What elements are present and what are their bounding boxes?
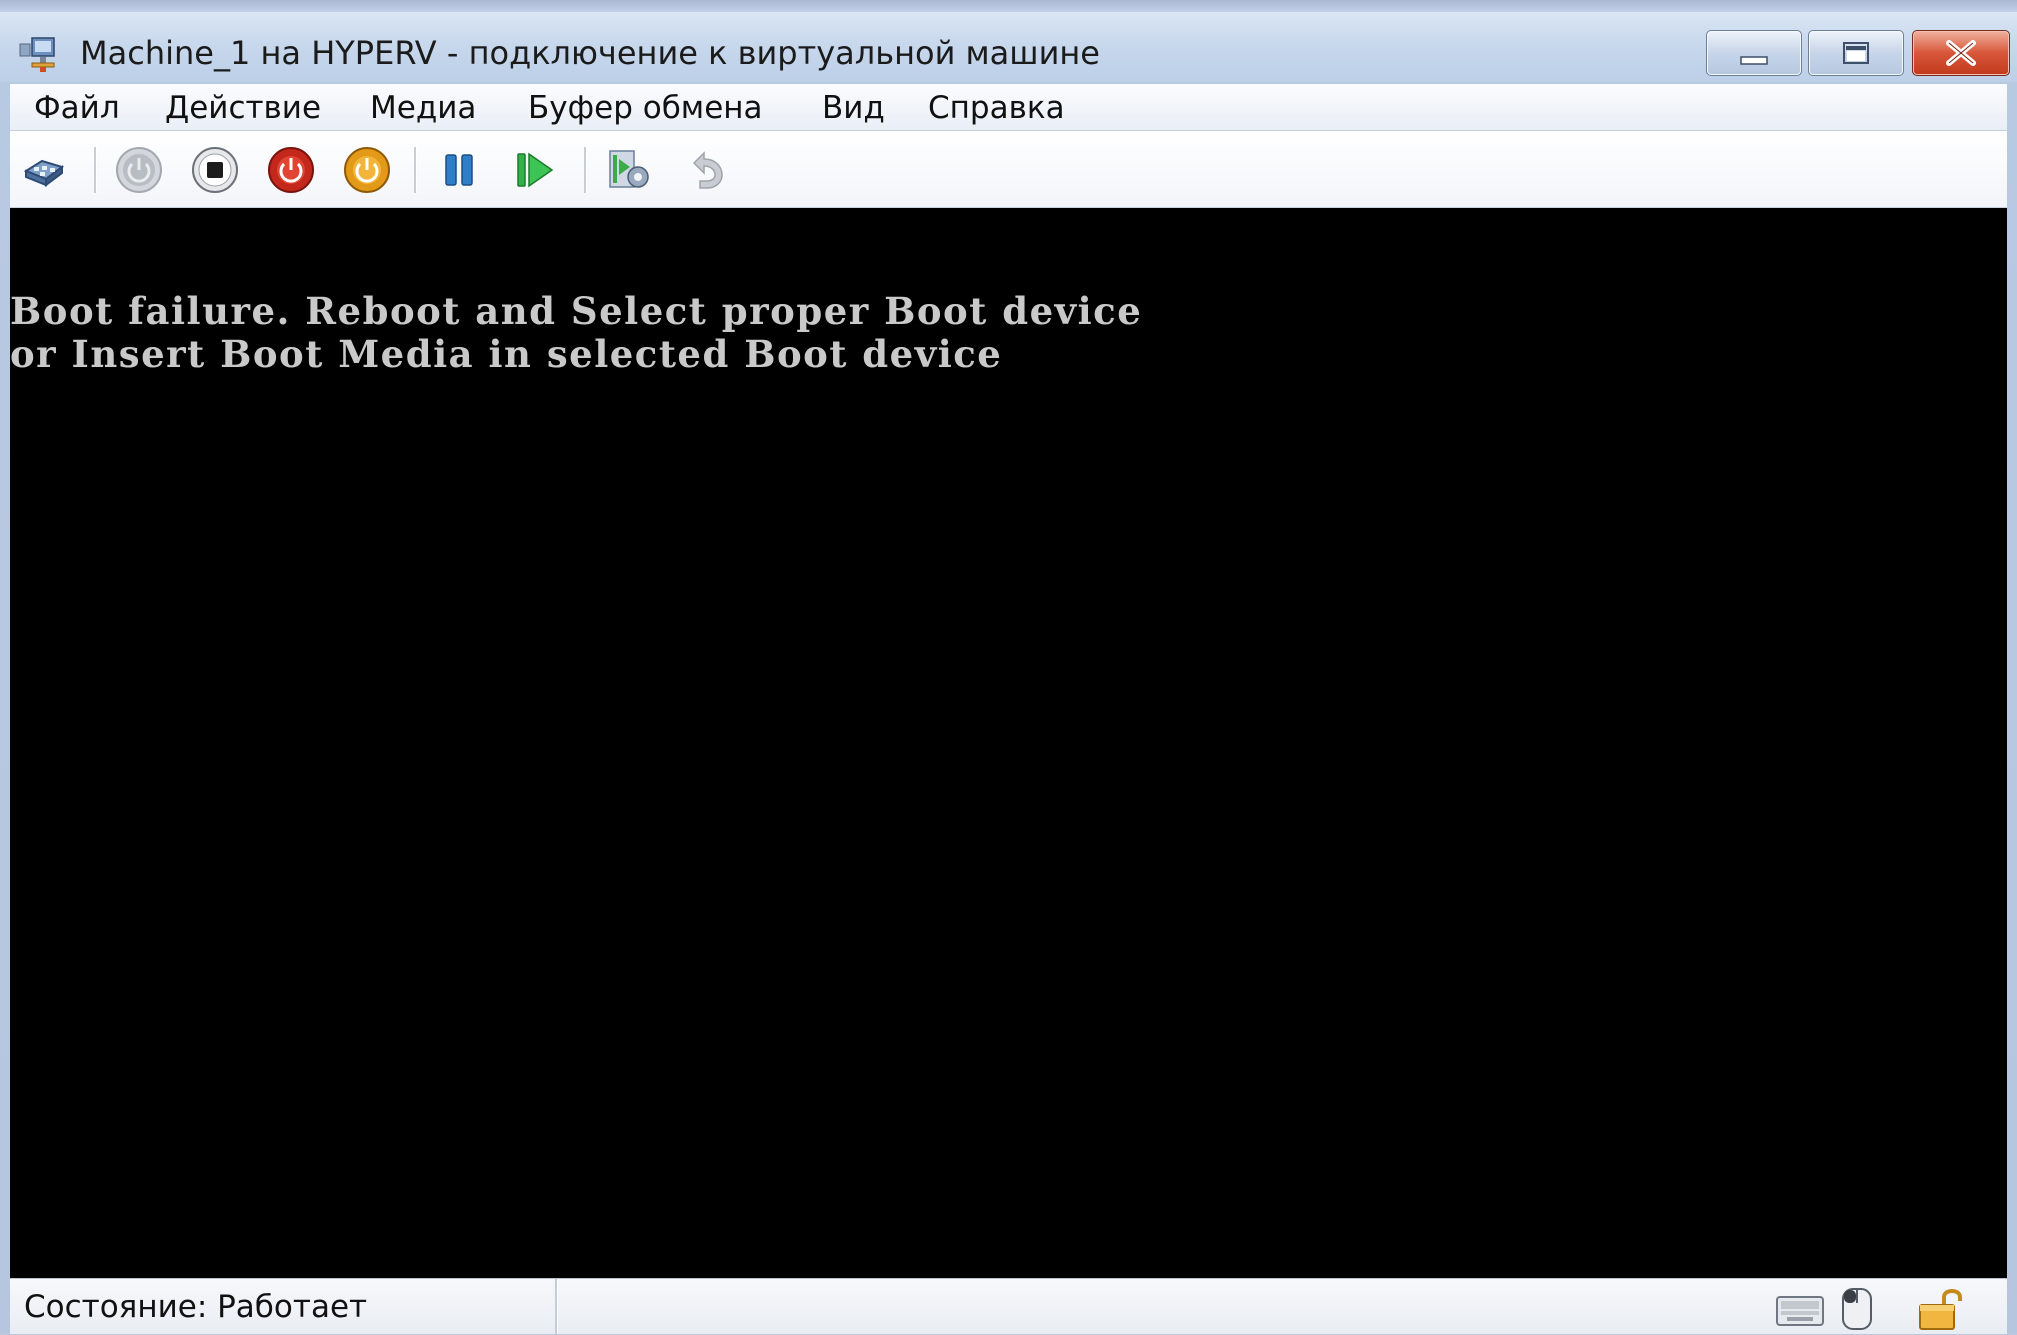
revert-button[interactable]: [680, 145, 730, 195]
keyboard-icon: [1776, 1296, 1824, 1326]
toolbar-separator: [94, 147, 97, 193]
menu-clipboard[interactable]: Буфер обмена: [528, 90, 763, 126]
menu-action[interactable]: Действие: [165, 90, 321, 126]
lock-indicator: [1914, 1285, 1974, 1331]
resume-button[interactable]: [510, 145, 560, 195]
keyboard-indicator: [1775, 1285, 1825, 1331]
maximize-icon: [1843, 42, 1869, 64]
close-icon: [1946, 40, 1976, 66]
vm-connection-app-icon: [18, 34, 62, 74]
mouse-indicator: [1834, 1285, 1884, 1331]
menu-help[interactable]: Справка: [928, 90, 1065, 126]
toolbar: [10, 131, 2007, 208]
pause-icon: [445, 154, 473, 186]
window-title: Machine_1 на HYPERV - подключение к вирт…: [80, 34, 1100, 72]
menu-bar: Файл Действие Медиа Буфер обмена Вид Спр…: [10, 84, 2007, 131]
vm-connection-window: Machine_1 на HYPERV - подключение к вирт…: [0, 0, 2017, 1334]
toolbar-separator: [584, 147, 587, 193]
turn-off-button[interactable]: [190, 145, 240, 195]
status-separator: [555, 1279, 558, 1334]
status-text: Состояние: Работает: [24, 1289, 368, 1325]
menu-file[interactable]: Файл: [34, 90, 120, 126]
start-button[interactable]: [114, 145, 164, 195]
minimize-button[interactable]: [1706, 30, 1802, 76]
snapshot-button[interactable]: [604, 145, 654, 195]
pause-button[interactable]: [434, 145, 484, 195]
status-bar: Состояние: Работает: [10, 1278, 2007, 1334]
shut-down-button[interactable]: [266, 145, 316, 195]
mouse-icon: [1842, 1288, 1872, 1330]
turn-off-icon: [192, 147, 238, 193]
menu-media[interactable]: Медиа: [370, 90, 476, 126]
revert-icon: [692, 151, 723, 189]
console-line: Boot failure. Reboot and Select proper B…: [10, 289, 1143, 333]
menu-view[interactable]: Вид: [822, 90, 885, 126]
window-top-edge: [0, 0, 2017, 12]
resume-icon: [517, 152, 554, 188]
lock-icon: [1919, 1289, 1962, 1330]
console-output: Boot failure. Reboot and Select proper B…: [10, 290, 1142, 376]
title-bar[interactable]: Machine_1 на HYPERV - подключение к вирт…: [0, 12, 2017, 82]
toolbar-separator: [414, 147, 417, 193]
vm-display[interactable]: Boot failure. Reboot and Select proper B…: [10, 208, 2007, 1278]
start-icon: [116, 147, 162, 193]
snapshot-icon: [609, 150, 649, 188]
close-button[interactable]: [1912, 30, 2010, 76]
minimize-icon: [1740, 56, 1768, 65]
ctrl-alt-del-button[interactable]: [20, 145, 70, 195]
save-button[interactable]: [342, 145, 392, 195]
console-line: or Insert Boot Media in selected Boot de…: [10, 332, 1003, 376]
ctrl-alt-del-icon: [23, 159, 65, 187]
maximize-button[interactable]: [1808, 30, 1904, 76]
shut-down-icon: [268, 147, 314, 193]
save-icon: [344, 147, 390, 193]
